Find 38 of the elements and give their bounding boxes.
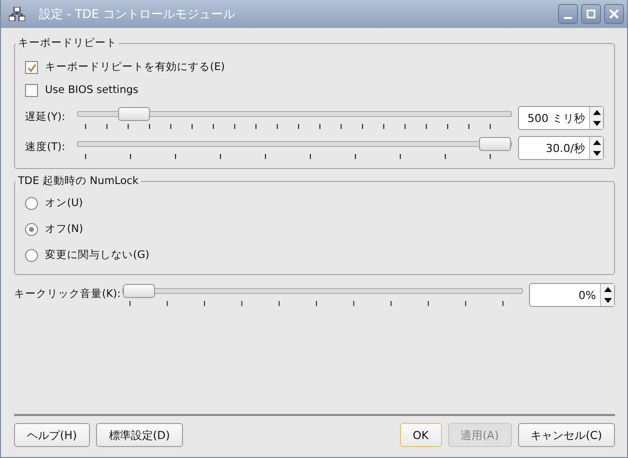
window-title: 設定 - TDE コントロールモジュール xyxy=(39,6,236,22)
radio-label[interactable]: 変更に関与しない(G) xyxy=(45,248,150,262)
maximize-icon xyxy=(586,9,596,19)
minimize-button[interactable] xyxy=(558,4,578,24)
radio-button[interactable] xyxy=(25,196,38,210)
radio-label[interactable]: オン(U) xyxy=(45,196,83,210)
slider-label: 速度(T): xyxy=(25,140,66,155)
radio-button[interactable] xyxy=(25,248,38,262)
down-arrow-icon xyxy=(592,121,600,126)
radio-button[interactable] xyxy=(25,222,38,236)
slider-label: 遅延(Y): xyxy=(25,110,66,125)
down-arrow-icon xyxy=(604,298,612,303)
network-icon xyxy=(9,7,25,21)
checkbox-label[interactable]: キーボードリピートを有効にする(E) xyxy=(45,60,225,75)
dialog-button[interactable]: ヘルプ(H) xyxy=(14,423,90,447)
up-arrow-icon xyxy=(592,110,600,115)
maximize-button[interactable] xyxy=(581,4,601,24)
close-icon xyxy=(609,9,619,19)
dialog-button: 適用(A) xyxy=(448,423,512,447)
checkbox[interactable] xyxy=(25,61,38,74)
up-arrow-icon xyxy=(592,140,600,145)
close-button[interactable] xyxy=(604,4,624,24)
checkbox[interactable] xyxy=(25,84,38,97)
checkbox-label[interactable]: Use BIOS settings xyxy=(45,83,138,98)
minimize-icon xyxy=(564,16,572,18)
dialog-button[interactable]: OK xyxy=(400,423,442,447)
radio-label[interactable]: オフ(N) xyxy=(45,222,84,236)
spin-box[interactable]: 30.0/秒 xyxy=(518,136,604,160)
slider-handle[interactable] xyxy=(123,284,155,298)
up-arrow-icon xyxy=(604,287,612,292)
dialog-button[interactable]: キャンセル(C) xyxy=(518,423,615,447)
down-arrow-icon xyxy=(592,151,600,156)
slider-handle[interactable] xyxy=(118,107,150,121)
dialog-button[interactable]: 標準設定(D) xyxy=(96,423,183,447)
slider-handle[interactable] xyxy=(479,137,511,151)
spin-box[interactable]: 0% xyxy=(529,283,615,307)
slider-label: キークリック音量(K): xyxy=(14,287,118,302)
spin-box[interactable]: 500 ミリ秒 xyxy=(518,106,604,130)
